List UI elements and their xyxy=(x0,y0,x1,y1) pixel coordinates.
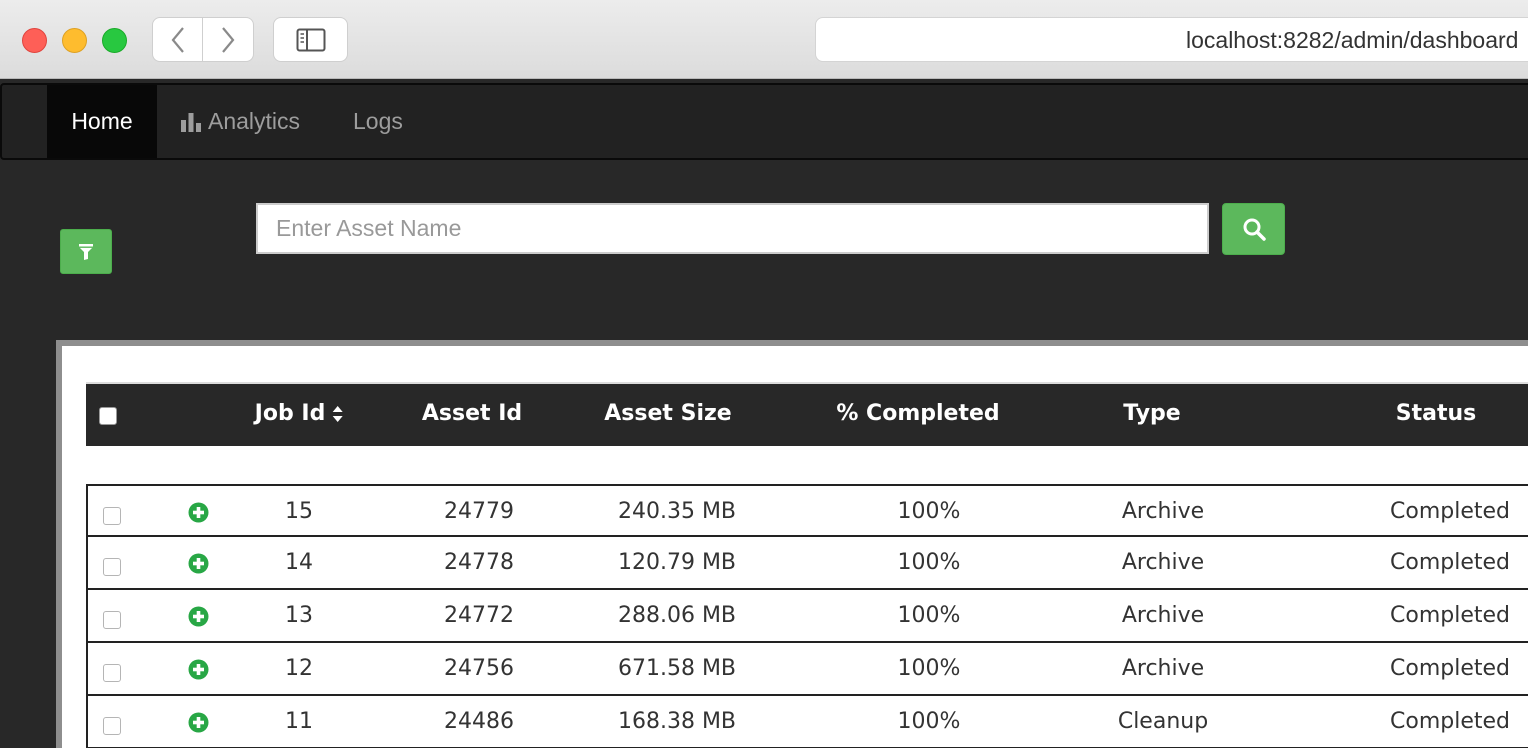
sort-icon xyxy=(332,406,343,422)
cell-asset-size: 288.06 MB xyxy=(617,603,737,628)
column-header-job-id[interactable]: Job Id xyxy=(255,384,344,446)
filter-icon xyxy=(79,243,93,260)
nav-item-home[interactable]: Home xyxy=(47,85,157,158)
sidebar-toggle-button[interactable] xyxy=(273,17,348,62)
cell-percent-completed: 100% xyxy=(897,603,961,628)
cell-asset-id: 24756 xyxy=(444,656,514,681)
nav-item-logs[interactable]: Logs xyxy=(353,85,403,158)
table-row: 13 24772 288.06 MB 100% Archive Complete… xyxy=(86,590,1528,643)
row-checkbox[interactable] xyxy=(103,717,121,735)
expand-row-icon[interactable] xyxy=(188,606,209,627)
jobs-panel: Job Id Asset Id Asset Size % Completed T… xyxy=(56,340,1528,748)
row-checkbox[interactable] xyxy=(103,664,121,682)
expand-row-icon[interactable] xyxy=(188,659,209,680)
cell-percent-completed: 100% xyxy=(897,499,961,524)
minimize-window-button[interactable] xyxy=(62,28,87,53)
cell-percent-completed: 100% xyxy=(897,709,961,734)
cell-percent-completed: 100% xyxy=(897,550,961,575)
cell-asset-size: 120.79 MB xyxy=(617,550,737,575)
cell-job-id: 15 xyxy=(285,499,313,524)
cell-status: Completed xyxy=(1390,603,1510,628)
sidebar-icon xyxy=(296,28,325,51)
cell-asset-size: 168.38 MB xyxy=(617,709,737,734)
chevron-left-icon xyxy=(171,26,184,53)
table-row: 15 24779 240.35 MB 100% Archive Complete… xyxy=(86,484,1528,537)
column-header-percent-completed: % Completed xyxy=(836,401,1000,426)
bar-chart-icon xyxy=(181,112,201,132)
cell-job-id: 14 xyxy=(285,550,313,575)
cell-type: Archive xyxy=(1121,499,1205,524)
cell-type: Cleanup xyxy=(1117,709,1209,734)
cell-job-id: 11 xyxy=(285,709,313,734)
column-header-asset-size: Asset Size xyxy=(604,401,732,426)
cell-status: Completed xyxy=(1390,709,1510,734)
cell-asset-id: 24772 xyxy=(444,603,514,628)
column-header-asset-id: Asset Id xyxy=(421,401,523,426)
row-checkbox[interactable] xyxy=(103,558,121,576)
column-header-label: Job Id xyxy=(254,401,326,426)
select-all-checkbox[interactable] xyxy=(99,407,117,425)
app-navbar: Home Analytics Logs xyxy=(0,83,1528,160)
expand-row-icon[interactable] xyxy=(188,553,209,574)
close-window-button[interactable] xyxy=(22,28,47,53)
row-checkbox[interactable] xyxy=(103,611,121,629)
cell-type: Archive xyxy=(1121,603,1205,628)
cell-job-id: 12 xyxy=(285,656,313,681)
cell-asset-id: 24778 xyxy=(444,550,514,575)
column-header-status: Status xyxy=(1395,401,1477,426)
search-icon xyxy=(1243,218,1266,241)
nav-item-analytics[interactable]: Analytics xyxy=(180,85,300,158)
cell-asset-id: 24779 xyxy=(444,499,514,524)
row-checkbox[interactable] xyxy=(103,507,121,525)
cell-status: Completed xyxy=(1390,550,1510,575)
maximize-window-button[interactable] xyxy=(102,28,127,53)
cell-asset-id: 24486 xyxy=(444,709,514,734)
browser-toolbar: localhost:8282/admin/dashboard xyxy=(0,0,1528,79)
cell-asset-size: 240.35 MB xyxy=(617,499,737,524)
nav-item-analytics-label: Analytics xyxy=(208,108,301,134)
address-bar[interactable]: localhost:8282/admin/dashboard xyxy=(815,17,1528,62)
table-row: 14 24778 120.79 MB 100% Archive Complete… xyxy=(86,537,1528,590)
filter-button[interactable] xyxy=(60,229,112,274)
chevron-right-icon xyxy=(222,26,235,53)
cell-type: Archive xyxy=(1121,550,1205,575)
table-row: 12 24756 671.58 MB 100% Archive Complete… xyxy=(86,643,1528,696)
expand-row-icon[interactable] xyxy=(188,502,209,523)
cell-job-id: 13 xyxy=(285,603,313,628)
table-header: Job Id Asset Id Asset Size % Completed T… xyxy=(86,382,1528,446)
column-header-type: Type xyxy=(1123,401,1181,426)
cell-percent-completed: 100% xyxy=(897,656,961,681)
back-button[interactable] xyxy=(152,17,203,62)
search-button[interactable] xyxy=(1222,203,1285,255)
cell-status: Completed xyxy=(1390,656,1510,681)
expand-row-icon[interactable] xyxy=(188,712,209,733)
table-row: 11 24486 168.38 MB 100% Cleanup Complete… xyxy=(86,696,1528,748)
forward-button[interactable] xyxy=(203,17,254,62)
cell-type: Archive xyxy=(1121,656,1205,681)
table-body: 15 24779 240.35 MB 100% Archive Complete… xyxy=(86,484,1528,748)
cell-asset-size: 671.58 MB xyxy=(617,656,737,681)
cell-status: Completed xyxy=(1390,499,1510,524)
search-input[interactable] xyxy=(256,203,1209,254)
